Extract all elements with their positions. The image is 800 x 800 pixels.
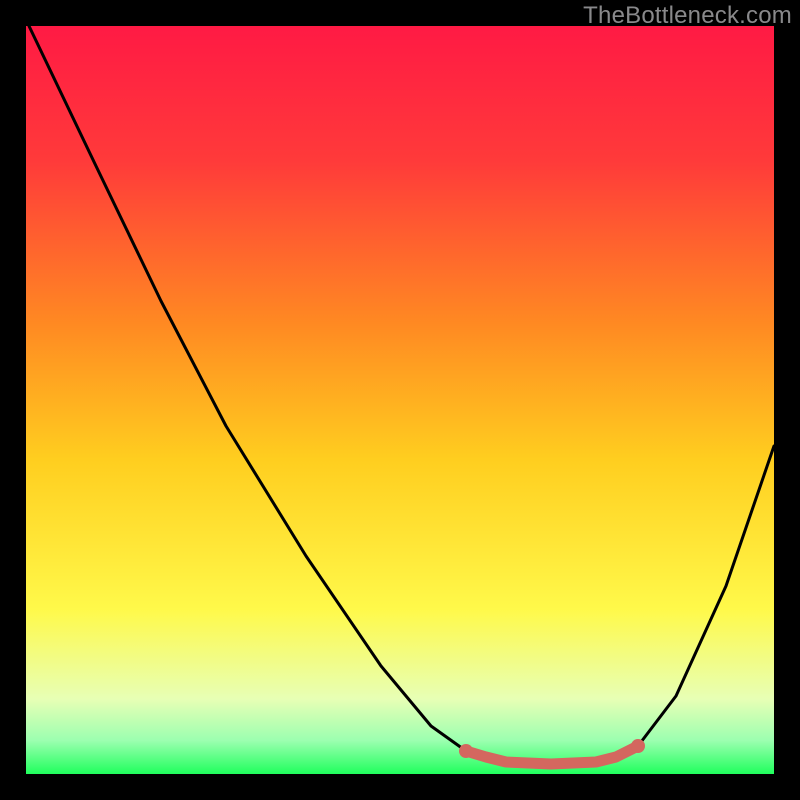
watermark-text: TheBottleneck.com [583, 2, 792, 30]
bottleneck-curve [26, 26, 774, 774]
chart-frame: TheBottleneck.com [0, 0, 800, 800]
plot-area [26, 26, 774, 774]
